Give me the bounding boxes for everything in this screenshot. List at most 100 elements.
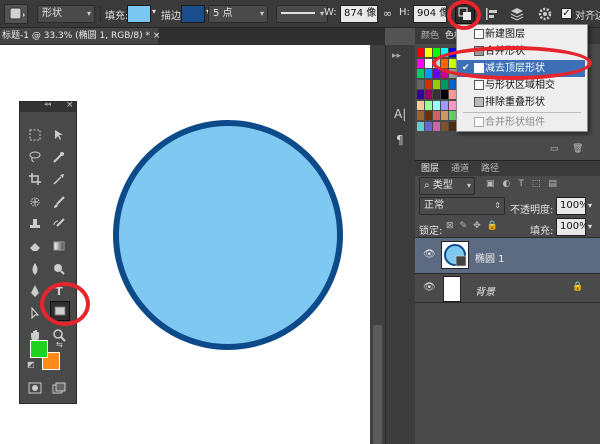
- link-icon[interactable]: ∞: [383, 7, 392, 20]
- character-panel-icon[interactable]: A|: [394, 107, 406, 121]
- color-swatch[interactable]: [449, 90, 456, 99]
- color-swatch[interactable]: [417, 48, 424, 57]
- align-left-icon: [486, 8, 497, 20]
- gear-icon[interactable]: [537, 6, 553, 22]
- layer-row-background[interactable]: 👁 背景 🔒: [415, 273, 600, 303]
- color-swatch[interactable]: [441, 111, 448, 120]
- color-swatch[interactable]: [417, 58, 424, 68]
- chevron-down-icon[interactable]: ▾: [588, 222, 592, 231]
- trash-icon[interactable]: 🗑: [572, 144, 583, 154]
- layer-row-ellipse[interactable]: 👁 椭圆 1: [415, 237, 600, 273]
- chevron-down-icon: ▾: [86, 9, 91, 18]
- chevron-down-icon: ▾: [259, 9, 264, 18]
- layer-name: 椭圆 1: [475, 254, 505, 265]
- color-swatch[interactable]: [425, 100, 432, 110]
- history-brush-icon[interactable]: [50, 215, 68, 233]
- color-swatch[interactable]: [417, 100, 424, 110]
- tab-channels[interactable]: 通道: [451, 163, 469, 175]
- color-swatch[interactable]: [425, 48, 432, 57]
- layer-filter-icons[interactable]: ▣◐T⬚▤: [486, 179, 565, 189]
- crop-tool-icon[interactable]: [26, 170, 44, 188]
- mode-select[interactable]: 形状 ▾: [37, 5, 95, 23]
- screen-mode-icon[interactable]: [50, 379, 68, 397]
- tab-layers[interactable]: 图层: [421, 163, 439, 175]
- stroke-swatch[interactable]: [181, 5, 205, 23]
- color-swatch[interactable]: [449, 111, 456, 120]
- color-swatch[interactable]: [417, 79, 424, 89]
- quick-mask-icon[interactable]: [26, 379, 44, 397]
- tab-color[interactable]: 颜色: [421, 30, 439, 42]
- color-swatch[interactable]: [449, 79, 456, 89]
- color-swatch[interactable]: [417, 69, 424, 78]
- document-tab[interactable]: 标题-1 @ 33.3% (椭圆 1, RGB/8) * ×: [0, 28, 161, 44]
- color-swatch[interactable]: [417, 90, 424, 99]
- lock-label: 锁定:: [419, 226, 443, 237]
- menu-item-exclude-overlap[interactable]: 排除重叠形状: [457, 94, 585, 111]
- stroke-width-select[interactable]: 5 点 ▾: [208, 5, 268, 23]
- foreground-color-swatch[interactable]: [30, 340, 48, 358]
- width-field[interactable]: 874 像: [340, 5, 378, 23]
- color-swatch[interactable]: [417, 111, 424, 120]
- clone-stamp-icon[interactable]: [26, 215, 44, 233]
- move-tool-icon[interactable]: [50, 126, 68, 144]
- color-swatch[interactable]: [433, 111, 440, 120]
- color-swatch[interactable]: [433, 100, 440, 110]
- menu-item-new-layer[interactable]: 新建图层: [457, 26, 585, 43]
- dodge-tool-icon[interactable]: [50, 260, 68, 278]
- chevron-down-icon: ⇕: [494, 201, 501, 210]
- stack-icon: [510, 8, 524, 21]
- lock-icons[interactable]: ⊠✎✥🔒: [446, 221, 504, 231]
- marquee-tool-icon[interactable]: [26, 126, 44, 144]
- align-edges-checkbox[interactable]: ✓: [561, 8, 572, 19]
- path-arrangement-button[interactable]: [508, 6, 526, 22]
- new-swatch-icon[interactable]: ▭: [550, 144, 559, 154]
- color-swatch[interactable]: [441, 100, 448, 110]
- color-swatch[interactable]: [441, 90, 448, 99]
- eraser-tool-icon[interactable]: [26, 237, 44, 255]
- close-icon[interactable]: ×: [66, 100, 74, 110]
- color-swatch[interactable]: [449, 121, 456, 131]
- tab-paths[interactable]: 路径: [481, 163, 499, 175]
- color-swatch[interactable]: [425, 79, 432, 89]
- chevron-down-icon[interactable]: ▾: [588, 201, 592, 210]
- color-swatch[interactable]: [417, 121, 424, 131]
- tool-preset-picker[interactable]: [4, 4, 28, 24]
- gradient-tool-icon[interactable]: [50, 237, 68, 255]
- quick-selection-icon[interactable]: [50, 148, 68, 166]
- tools-panel-header[interactable]: ◂◂ ×: [20, 100, 76, 112]
- lasso-tool-icon[interactable]: [26, 148, 44, 166]
- color-swatch[interactable]: [425, 90, 432, 99]
- color-swatch[interactable]: [425, 121, 432, 131]
- eye-icon[interactable]: 👁: [423, 249, 436, 260]
- path-alignment-button[interactable]: [484, 6, 502, 22]
- layer-thumbnail: [443, 276, 461, 302]
- swap-colors-icon[interactable]: ⇆: [56, 340, 63, 349]
- blur-tool-icon[interactable]: [26, 260, 44, 278]
- close-icon[interactable]: ×: [153, 31, 161, 41]
- color-swatch[interactable]: [433, 121, 440, 131]
- eyedropper-icon[interactable]: [50, 170, 68, 188]
- blend-mode-select[interactable]: 正常 ⇕: [419, 197, 505, 215]
- stroke-type-select[interactable]: ▾: [276, 5, 328, 23]
- color-swatch[interactable]: [425, 69, 432, 78]
- color-swatch[interactable]: [441, 121, 448, 131]
- paragraph-panel-icon[interactable]: ¶: [396, 133, 404, 147]
- color-swatch[interactable]: [441, 79, 448, 89]
- color-swatch[interactable]: [425, 58, 432, 68]
- default-colors-icon[interactable]: ◩: [27, 360, 35, 369]
- opacity-field[interactable]: 100%: [556, 197, 586, 215]
- color-swatch[interactable]: [449, 100, 456, 110]
- healing-brush-icon[interactable]: [26, 193, 44, 211]
- color-swatch[interactable]: [433, 90, 440, 99]
- color-swatch[interactable]: [433, 79, 440, 89]
- collapse-icon[interactable]: ◂◂: [44, 100, 51, 108]
- collapse-panels-icon[interactable]: ▸▸: [392, 51, 401, 61]
- height-field[interactable]: 904 像: [413, 5, 447, 23]
- layer-filter-select[interactable]: ⌕ 类型 ▾: [419, 177, 475, 195]
- brush-tool-icon[interactable]: [50, 193, 68, 211]
- eye-icon[interactable]: 👁: [423, 282, 436, 293]
- fill-field[interactable]: 100%: [556, 218, 586, 236]
- color-swatch[interactable]: [425, 111, 432, 120]
- fill-swatch[interactable]: [127, 5, 151, 23]
- scrollbar-thumb[interactable]: [373, 325, 382, 444]
